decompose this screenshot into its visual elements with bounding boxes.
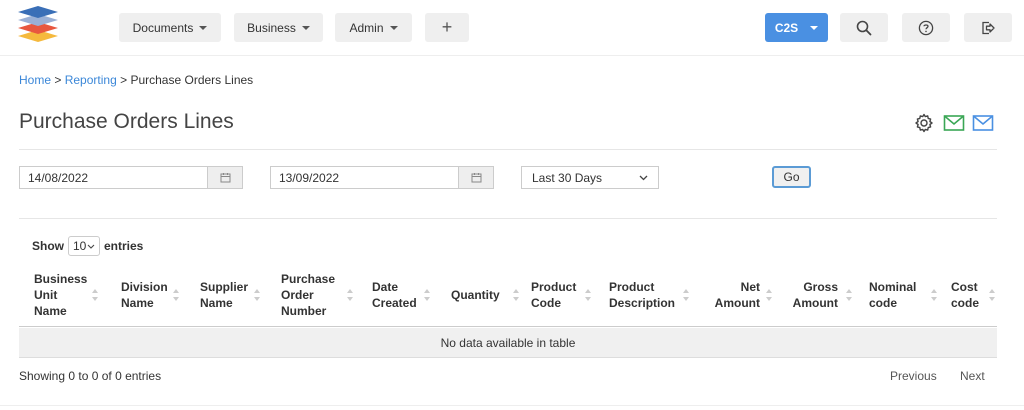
from-date-input[interactable] xyxy=(19,166,207,189)
column-header-label: Date Created xyxy=(372,280,417,310)
next-page-button[interactable]: Next xyxy=(960,369,985,383)
chevron-down-icon xyxy=(810,25,819,30)
page-length-value: 10 xyxy=(73,239,87,253)
previous-page-button[interactable]: Previous xyxy=(890,369,937,383)
date-range-value: Last 30 Days xyxy=(532,170,603,185)
entries-label: entries xyxy=(104,239,144,253)
table-header-border xyxy=(19,326,997,327)
chevron-down-icon xyxy=(87,244,95,249)
plus-icon: + xyxy=(441,17,453,37)
column-header-product-description[interactable]: Product Description xyxy=(609,270,695,320)
sort-icon xyxy=(424,289,430,301)
business-menu[interactable]: Business xyxy=(234,13,323,42)
account-menu-label: C2S xyxy=(774,20,799,35)
admin-menu[interactable]: Admin xyxy=(335,13,412,42)
to-date-group xyxy=(270,166,494,189)
column-header-label: Supplier Name xyxy=(200,280,249,310)
gear-icon[interactable] xyxy=(914,113,934,133)
column-header-quantity[interactable]: Quantity xyxy=(451,270,519,320)
chevron-down-icon xyxy=(639,175,648,180)
admin-menu-label: Admin xyxy=(349,20,384,35)
column-header-label: Purchase Order Number xyxy=(281,272,336,318)
sort-icon xyxy=(254,289,260,301)
business-menu-label: Business xyxy=(247,20,296,35)
column-header-label: Net Amount xyxy=(714,280,760,310)
logout-button[interactable] xyxy=(964,13,1012,42)
calendar-icon xyxy=(471,173,481,183)
documents-menu[interactable]: Documents xyxy=(119,13,221,42)
column-header-supplier-name[interactable]: Supplier Name xyxy=(200,270,266,320)
help-icon xyxy=(918,20,934,35)
column-header-division-name[interactable]: Division Name xyxy=(121,270,185,320)
column-header-nominal-code[interactable]: Nominal code xyxy=(869,270,937,320)
column-header-label: Product Description xyxy=(609,280,676,310)
logout-icon xyxy=(982,21,995,34)
column-header-label: Gross Amount xyxy=(792,280,838,310)
sort-icon xyxy=(513,289,519,301)
from-date-group xyxy=(19,166,243,189)
search-icon xyxy=(856,20,872,35)
help-button[interactable] xyxy=(902,13,950,42)
sort-icon xyxy=(931,289,937,301)
column-header-label: Product Code xyxy=(531,280,577,310)
divider xyxy=(19,149,997,150)
page-title: Purchase Orders Lines xyxy=(19,110,234,133)
sort-icon xyxy=(92,289,98,301)
column-header-business-unit-name[interactable]: Business Unit Name xyxy=(34,270,104,320)
go-button-label: Go xyxy=(783,170,800,184)
sort-icon xyxy=(683,289,689,301)
column-header-label: Cost code xyxy=(951,280,980,310)
breadcrumb: Home > Reporting > Purchase Orders Lines xyxy=(19,73,253,87)
sort-icon xyxy=(173,289,179,301)
email-icon[interactable] xyxy=(972,114,994,132)
column-header-label: Business Unit Name xyxy=(34,272,88,318)
divider xyxy=(19,218,997,219)
search-button[interactable] xyxy=(840,13,888,42)
breadcrumb-separator: > xyxy=(120,73,128,87)
column-header-label: Division Name xyxy=(121,280,168,310)
table-empty-row: No data available in table xyxy=(19,328,997,358)
date-range-select[interactable]: Last 30 Days xyxy=(521,166,659,189)
column-header-net-amount[interactable]: Net Amount xyxy=(712,270,772,320)
page-length-select[interactable]: 10 xyxy=(68,236,100,256)
chevron-down-icon xyxy=(199,25,208,30)
column-header-label: Quantity xyxy=(451,288,500,302)
account-menu[interactable]: C2S xyxy=(765,13,828,42)
top-navbar: Documents Business Admin + C2S xyxy=(0,0,1024,56)
sort-icon xyxy=(347,289,353,301)
show-label: Show xyxy=(32,239,64,253)
table-info: Showing 0 to 0 of 0 entries xyxy=(19,369,162,383)
to-date-input[interactable] xyxy=(270,166,458,189)
column-header-cost-code[interactable]: Cost code xyxy=(951,270,995,320)
sort-icon xyxy=(766,289,772,301)
breadcrumb-reporting[interactable]: Reporting xyxy=(65,73,117,87)
email-icon[interactable] xyxy=(943,114,965,132)
from-date-picker-button[interactable] xyxy=(207,166,243,189)
documents-menu-label: Documents xyxy=(132,20,194,35)
breadcrumb-home[interactable]: Home xyxy=(19,73,51,87)
column-header-gross-amount[interactable]: Gross Amount xyxy=(786,270,852,320)
sort-icon xyxy=(585,289,591,301)
column-header-label: Nominal code xyxy=(869,280,917,310)
sort-icon xyxy=(989,289,995,301)
column-header-date-created[interactable]: Date Created xyxy=(372,270,436,320)
footer-divider xyxy=(0,405,1024,406)
column-header-purchase-order-number[interactable]: Purchase Order Number xyxy=(281,270,359,320)
sort-icon xyxy=(846,289,852,301)
chevron-down-icon xyxy=(301,25,310,30)
breadcrumb-current: Purchase Orders Lines xyxy=(130,73,254,87)
chevron-down-icon xyxy=(389,25,398,30)
add-button[interactable]: + xyxy=(425,13,469,42)
calendar-icon xyxy=(220,173,230,183)
stacked-layers-logo[interactable] xyxy=(16,4,60,44)
page-length-control: Show 10 entries xyxy=(32,236,143,256)
to-date-picker-button[interactable] xyxy=(458,166,494,189)
table-empty-message: No data available in table xyxy=(440,335,576,350)
go-button[interactable]: Go xyxy=(772,166,811,188)
breadcrumb-separator: > xyxy=(54,73,62,87)
column-header-product-code[interactable]: Product Code xyxy=(531,270,597,320)
